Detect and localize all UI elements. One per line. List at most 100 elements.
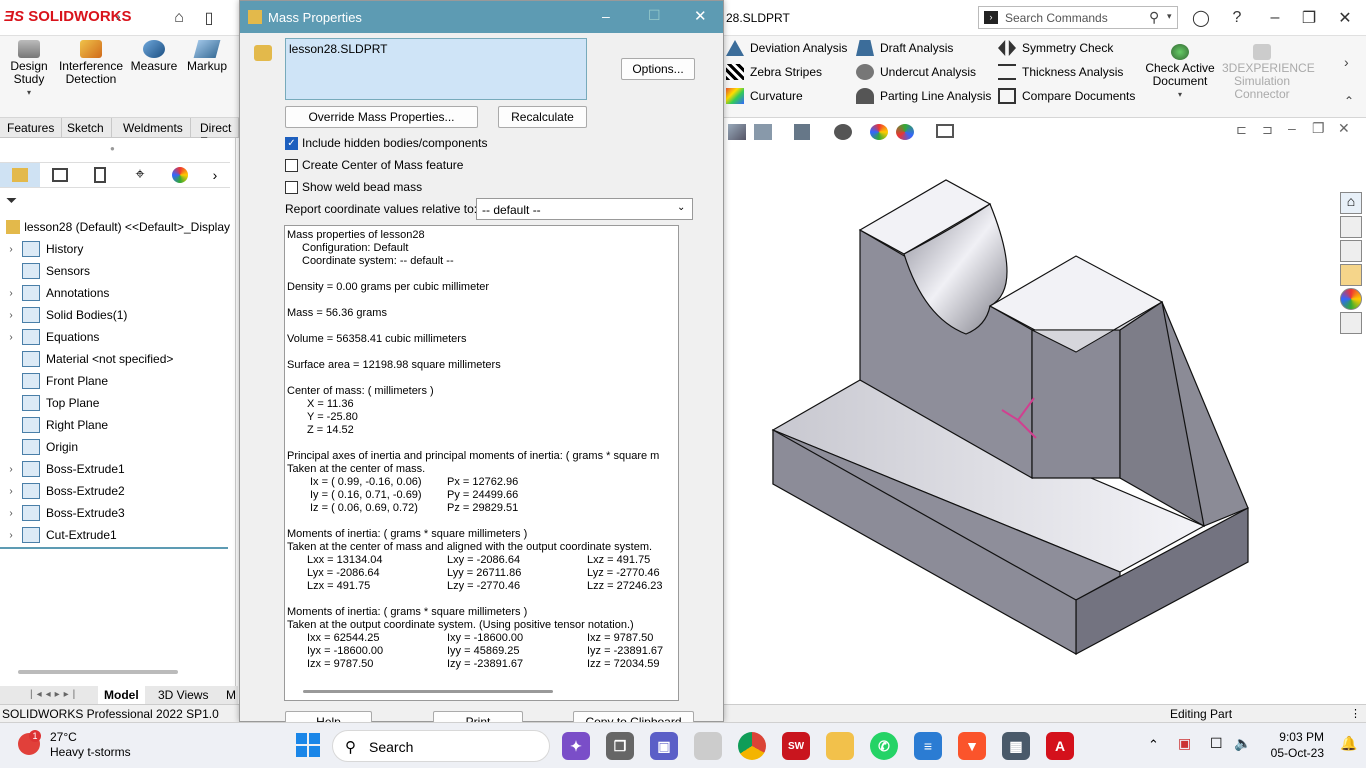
file-explorer-icon[interactable]	[826, 732, 854, 760]
status-help-icon[interactable]: ⋮	[1350, 707, 1361, 720]
compare-documents-button[interactable]: Compare Documents	[998, 88, 1135, 104]
viewport-close-icon[interactable]: ✕	[1338, 120, 1350, 137]
scenes-icon[interactable]	[896, 124, 914, 140]
whatsapp-icon[interactable]: ✆	[870, 732, 898, 760]
notepad-icon[interactable]: ≡	[914, 732, 942, 760]
home-icon[interactable]: ⌂	[1340, 192, 1362, 214]
weld-bead-checkbox[interactable]: Show weld bead mass	[285, 180, 422, 195]
start-button[interactable]	[296, 733, 320, 757]
dialog-minimize-icon[interactable]: –	[602, 8, 610, 24]
tree-item[interactable]: Top Plane	[0, 392, 230, 414]
measure-button[interactable]: Measure	[128, 36, 180, 73]
solidworks-taskbar-icon[interactable]: SW	[782, 732, 810, 760]
expand-arrow-icon[interactable]: ›	[0, 332, 22, 343]
chrome-icon[interactable]	[738, 732, 766, 760]
user-icon[interactable]: ◯	[1190, 7, 1212, 29]
appearances-icon[interactable]	[1340, 288, 1362, 310]
tree-item[interactable]: › Solid Bodies(1)	[0, 304, 230, 326]
expand-arrow-icon[interactable]: ›	[0, 244, 22, 255]
tray-overflow-icon[interactable]: ⌃	[1148, 737, 1159, 753]
design-library-icon[interactable]	[1340, 216, 1362, 238]
custom-properties-icon[interactable]	[1340, 312, 1362, 334]
tree-item[interactable]: › Cut-Extrude1	[0, 524, 230, 546]
tree-item[interactable]: › Boss-Extrude3	[0, 502, 230, 524]
design-study-button[interactable]: Design Study ▾	[4, 36, 54, 99]
close-icon[interactable]: ✕	[1334, 7, 1356, 29]
draft-analysis-button[interactable]: Draft Analysis	[856, 40, 991, 56]
search-commands-input[interactable]: › Search Commands ⚲ ▾	[978, 6, 1178, 29]
viewport-minimize-icon[interactable]: –	[1288, 120, 1296, 136]
undercut-analysis-button[interactable]: Undercut Analysis	[856, 64, 991, 80]
tile-right-icon[interactable]: ⊐	[1262, 122, 1273, 138]
expand-arrow-icon[interactable]: ›	[0, 508, 22, 519]
tab-model[interactable]: Model	[98, 686, 145, 704]
hide-show-icon[interactable]	[834, 124, 852, 140]
options-button[interactable]: Options...	[621, 58, 695, 80]
acrobat-icon[interactable]: A	[1046, 732, 1074, 760]
zoom-to-fit-icon[interactable]	[728, 124, 746, 140]
clock-time[interactable]: 9:03 PM	[1268, 730, 1324, 744]
notifications-icon[interactable]: 🔔	[1340, 735, 1357, 752]
copilot-preview-icon[interactable]: ✦	[562, 732, 590, 760]
tree-root[interactable]: lesson28 (Default) <<Default>_Display	[0, 216, 230, 238]
mass-properties-results[interactable]: Mass properties of lesson28 Configuratio…	[284, 225, 679, 701]
include-hidden-bodies-checkbox[interactable]: ✓ Include hidden bodies/components	[285, 136, 487, 151]
tab-scroll-arrows-icon[interactable]: |◂◂▸▸|	[30, 689, 79, 700]
tab-direct-editing[interactable]: Direct E	[193, 118, 240, 149]
tile-left-icon[interactable]: ⊏	[1236, 122, 1247, 138]
edit-appearance-icon[interactable]	[870, 124, 888, 140]
filter-icon[interactable]: ⏷	[6, 192, 17, 209]
taskbar-search[interactable]: ⚲ Search	[332, 730, 550, 762]
tree-horizontal-scrollbar[interactable]	[18, 670, 178, 674]
deviation-analysis-button[interactable]: Deviation Analysis	[726, 40, 847, 56]
tree-item[interactable]: Material <not specified>	[0, 348, 230, 370]
search-dropdown-icon[interactable]: ▾	[1167, 11, 1172, 22]
tree-item[interactable]: › Equations	[0, 326, 230, 348]
help-icon[interactable]: ?	[1226, 7, 1248, 29]
dialog-maximize-icon[interactable]: ☐	[648, 7, 661, 24]
clock-date[interactable]: 05-Oct-23	[1268, 746, 1324, 760]
viewport-restore-icon[interactable]: ❐	[1312, 120, 1325, 137]
minimize-icon[interactable]: –	[1264, 7, 1286, 29]
collapse-ribbon-icon[interactable]: ⌃	[1344, 94, 1354, 108]
tree-item[interactable]: › History	[0, 238, 230, 260]
tab-weldments[interactable]: Weldments	[116, 118, 191, 138]
display-manager-tab[interactable]	[160, 163, 200, 187]
coordinate-system-select[interactable]: -- default -- ⌄	[476, 198, 693, 220]
teams-icon[interactable]: ▣	[650, 732, 678, 760]
thickness-analysis-button[interactable]: Thickness Analysis	[998, 64, 1135, 80]
home-icon[interactable]: ⌂	[168, 7, 190, 29]
search-icon[interactable]: ⚲	[1149, 9, 1159, 26]
task-view-icon[interactable]: ❐	[606, 732, 634, 760]
tree-item[interactable]: Front Plane	[0, 370, 230, 392]
chevron-down-icon[interactable]: ▾	[4, 86, 54, 99]
simulation-connector-button[interactable]: 3DEXPERIENCE Simulation Connector	[1222, 40, 1315, 101]
zebra-stripes-button[interactable]: Zebra Stripes	[726, 64, 847, 80]
new-document-icon[interactable]: ▯	[198, 7, 220, 29]
3d-part-model[interactable]	[724, 148, 1336, 688]
markup-button[interactable]: Markup	[182, 36, 232, 73]
curvature-button[interactable]: Curvature	[726, 88, 847, 104]
chevron-down-icon[interactable]: ▾	[1144, 88, 1216, 101]
weather-icon[interactable]: 1	[18, 730, 41, 755]
expand-arrow-icon[interactable]: ›	[0, 310, 22, 321]
brave-icon[interactable]: ▼	[958, 732, 986, 760]
tree-item[interactable]: › Boss-Extrude1	[0, 458, 230, 480]
parting-line-button[interactable]: Parting Line Analysis	[856, 88, 991, 104]
property-manager-tab[interactable]	[40, 163, 80, 187]
tab-features[interactable]: Features	[0, 118, 63, 138]
network-icon[interactable]: ☐	[1210, 735, 1223, 752]
expand-arrow-icon[interactable]: ›	[0, 530, 22, 541]
volume-icon[interactable]: 🔈	[1234, 735, 1251, 752]
dimxpert-tab[interactable]: ⌖	[120, 163, 160, 187]
tab-sketch[interactable]: Sketch	[60, 118, 112, 138]
tree-item[interactable]: Right Plane	[0, 414, 230, 436]
calculator-icon[interactable]: ▦	[1002, 732, 1030, 760]
tab-3d-views[interactable]: 3D Views	[152, 686, 214, 704]
display-style-icon[interactable]	[794, 124, 810, 140]
view-orientation-icon[interactable]	[754, 124, 772, 140]
selected-items-box[interactable]: lesson28.SLDPRT	[285, 38, 587, 100]
dialog-close-icon[interactable]: ✕	[694, 7, 707, 25]
feature-manager-tab[interactable]	[0, 163, 40, 187]
override-mass-properties-button[interactable]: Override Mass Properties...	[285, 106, 478, 128]
